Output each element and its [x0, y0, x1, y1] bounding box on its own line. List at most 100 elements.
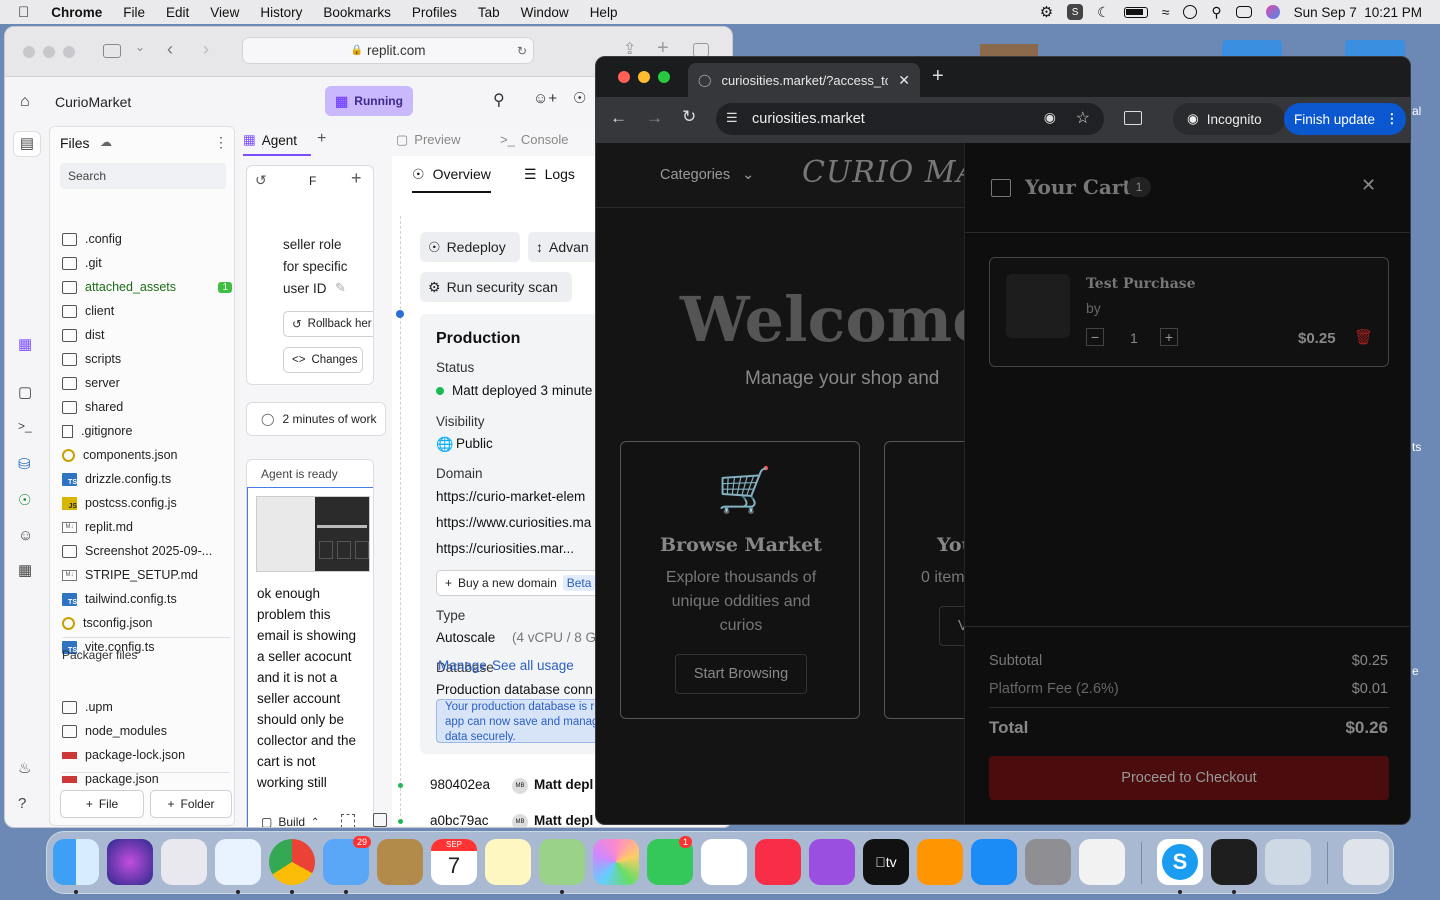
- history-icon[interactable]: ↺: [255, 172, 267, 189]
- file-tree-item-client-folder[interactable]: client: [62, 300, 232, 322]
- packager-file-item[interactable]: node_modules: [62, 720, 232, 742]
- help-icon[interactable]: ?: [18, 795, 36, 813]
- tv-icon[interactable]: tv: [863, 839, 909, 885]
- see-usage-link[interactable]: See all usage: [492, 658, 574, 673]
- finder-icon[interactable]: [53, 839, 99, 885]
- preview-tool-icon[interactable]: ▢: [18, 383, 36, 401]
- menu-view[interactable]: View: [210, 5, 239, 20]
- file-tree-item-stripe-setup-file[interactable]: M↓ STRIPE_SETUP.md: [62, 564, 232, 586]
- file-tree-item-attached-assets-folder[interactable]: attached_assets 1: [62, 276, 232, 298]
- menu-history[interactable]: History: [260, 5, 302, 20]
- siri-icon[interactable]: [107, 839, 153, 885]
- sidebar-toggle-icon[interactable]: [103, 44, 121, 58]
- window-minimize-button[interactable]: [638, 71, 650, 83]
- chevron-down-icon[interactable]: ⌄: [135, 40, 145, 54]
- categories-menu[interactable]: Categories ⌄: [660, 167, 754, 183]
- window-close-button[interactable]: [618, 71, 630, 83]
- menu-edit[interactable]: Edit: [166, 5, 189, 20]
- gear-icon[interactable]: ⚙: [1040, 3, 1053, 21]
- file-tree-item-gitignore-file[interactable]: .gitignore: [62, 420, 232, 442]
- changes-button[interactable]: <> Changes: [283, 347, 363, 373]
- build-mode-button[interactable]: ▢ Build ⌃: [255, 810, 333, 827]
- back-icon[interactable]: ←: [610, 108, 627, 128]
- menu-bookmarks[interactable]: Bookmarks: [323, 5, 391, 20]
- file-tree-item-tsconfig-file[interactable]: tsconfig.json: [62, 612, 232, 634]
- forward-icon[interactable]: ›: [203, 39, 209, 60]
- menu-help[interactable]: Help: [590, 5, 618, 20]
- start-browsing-button[interactable]: Start Browsing: [675, 654, 807, 694]
- apple-icon[interactable]: : [18, 4, 29, 21]
- new-chat-icon[interactable]: +: [351, 168, 362, 189]
- manage-link[interactable]: Manage: [438, 658, 487, 673]
- desktop-thumbnail[interactable]: [980, 44, 1038, 56]
- attached-screenshot-thumbnail[interactable]: [256, 496, 370, 572]
- home-icon[interactable]: ⌂: [20, 93, 30, 111]
- photos-icon[interactable]: [593, 839, 639, 885]
- increase-quantity-button[interactable]: +: [1160, 328, 1178, 346]
- tracking-protection-icon[interactable]: ◉: [1044, 109, 1056, 126]
- reload-icon[interactable]: ↻: [682, 107, 696, 127]
- battery-icon[interactable]: [1123, 6, 1148, 18]
- system-settings-icon[interactable]: [1025, 839, 1071, 885]
- contacts-icon[interactable]: [377, 839, 423, 885]
- security-scan-button[interactable]: ⚙ Run security scan: [420, 272, 572, 302]
- file-tree-item-tailwind-config-file[interactable]: TS tailwind.config.ts: [62, 588, 232, 610]
- trash-icon[interactable]: 🗑: [1354, 328, 1373, 346]
- file-tree-item-replit-md-file[interactable]: M↓ replit.md: [62, 516, 232, 538]
- work-duration-card[interactable]: ◯ 2 minutes of work: [246, 402, 386, 436]
- domain-link[interactable]: https://www.curiosities.ma: [436, 515, 591, 530]
- commit-hash[interactable]: 980402ea: [430, 777, 490, 792]
- redeploy-button[interactable]: ☉ Redeploy: [420, 232, 520, 262]
- omnibox[interactable]: ☰ curiosities.market ◉ ☆: [716, 103, 1104, 135]
- tab-preview[interactable]: ▢ Preview: [396, 132, 461, 148]
- invite-user-icon[interactable]: ☺+: [533, 90, 557, 107]
- help-bell-icon[interactable]: ♨: [18, 759, 36, 777]
- domain-link[interactable]: https://curio-market-elem: [436, 489, 585, 504]
- chrome-icon[interactable]: [269, 839, 315, 885]
- attach-image-icon[interactable]: [373, 813, 387, 827]
- calendar-icon[interactable]: SEP 7: [431, 839, 477, 885]
- launchpad-icon[interactable]: [161, 839, 207, 885]
- file-tree-item-git-folder[interactable]: .git: [62, 252, 232, 274]
- spotlight-search-icon[interactable]: ⚲: [1211, 4, 1221, 21]
- project-name[interactable]: CurioMarket: [55, 94, 131, 110]
- buy-domain-button[interactable]: + Buy a new domain Beta: [436, 570, 606, 596]
- console-tool-icon[interactable]: >_: [18, 419, 36, 437]
- file-tree-item-server-folder[interactable]: server: [62, 372, 232, 394]
- window-zoom-button[interactable]: [63, 46, 75, 58]
- podcasts-icon[interactable]: [809, 839, 855, 885]
- tab-agent[interactable]: ▦ Agent: [243, 126, 311, 156]
- edit-pencil-icon[interactable]: ✎: [335, 280, 346, 296]
- files-search-input[interactable]: Search: [60, 163, 226, 189]
- news-icon[interactable]: [701, 839, 747, 885]
- decrease-quantity-button[interactable]: −: [1086, 328, 1104, 346]
- app-store-icon[interactable]: [971, 839, 1017, 885]
- menu-tab[interactable]: Tab: [478, 5, 500, 20]
- skype-icon[interactable]: S: [1157, 839, 1203, 885]
- desktop-folder-icon[interactable]: [1345, 40, 1405, 56]
- new-file-button[interactable]: + File: [60, 790, 144, 818]
- site-info-icon[interactable]: ☰: [726, 110, 738, 126]
- menu-file[interactable]: File: [123, 5, 145, 20]
- maps-icon[interactable]: [539, 839, 585, 885]
- menubar-clock[interactable]: Sun Sep 7 10:21 PM: [1294, 5, 1422, 20]
- close-icon[interactable]: ✕: [898, 72, 910, 89]
- select-element-icon[interactable]: [341, 814, 355, 827]
- deploy-icon[interactable]: ☉: [573, 89, 586, 107]
- menu-window[interactable]: Window: [521, 5, 569, 20]
- books-icon[interactable]: [917, 839, 963, 885]
- tab-console[interactable]: >_ Console: [500, 132, 569, 147]
- window-zoom-button[interactable]: [658, 71, 670, 83]
- user-icon[interactable]: [1183, 5, 1198, 19]
- back-icon[interactable]: ‹: [167, 39, 173, 60]
- packager-file-item[interactable]: .upm: [62, 696, 232, 718]
- menu-profiles[interactable]: Profiles: [412, 5, 457, 20]
- reload-icon[interactable]: ↻: [517, 44, 527, 58]
- finish-update-button[interactable]: Finish update ⋮: [1284, 103, 1406, 135]
- window-minimize-button[interactable]: [43, 46, 55, 58]
- skype-status-icon[interactable]: S: [1067, 4, 1084, 20]
- file-tree-item-screenshot-file[interactable]: Screenshot 2025-09-...: [62, 540, 232, 562]
- activity-monitor-icon[interactable]: [1079, 839, 1125, 885]
- file-tree-item-dist-folder[interactable]: dist: [62, 324, 232, 346]
- notes-icon[interactable]: [485, 839, 531, 885]
